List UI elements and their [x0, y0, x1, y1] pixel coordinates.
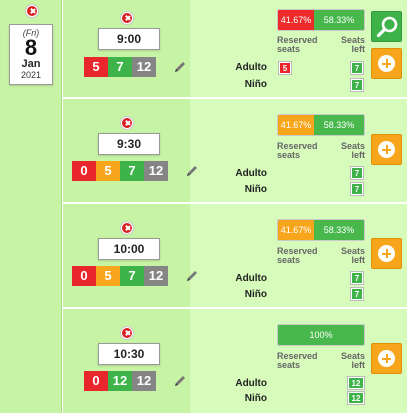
adult-left-badge: 12: [348, 377, 364, 389]
search-icon: [376, 16, 398, 38]
delete-date-icon[interactable]: [26, 5, 38, 17]
count-total: 12: [132, 371, 156, 391]
reserved-label-2: seats: [277, 360, 301, 370]
bar-left-segment: 58.33%: [314, 220, 364, 240]
delete-slot-icon[interactable]: [121, 327, 133, 339]
count-total: 12: [132, 57, 156, 77]
reserved-label-2: seats: [277, 44, 301, 54]
add-slot-button-0930[interactable]: [371, 134, 402, 165]
reserved-label-2: seats: [277, 255, 301, 265]
passenger-adult: Adulto: [235, 168, 267, 179]
count-reserved: 5: [96, 266, 120, 286]
plus-circle-icon: [378, 245, 395, 262]
bar-reserved-segment: 41.67%: [278, 220, 315, 240]
count-left: 7: [120, 266, 144, 286]
count-blocked: 0: [72, 266, 96, 286]
time-slot-0930: 9:30 0 5 7 12 41.67% 58.33% Reserved sea…: [63, 99, 407, 204]
child-left-badge: 7: [351, 79, 363, 91]
occupancy-bar: 41.67% 58.33%: [277, 219, 365, 241]
seat-counts: 5 7 12: [84, 57, 156, 77]
delete-slot-icon[interactable]: [121, 117, 133, 129]
plus-circle-icon: [378, 350, 395, 367]
date-day: 8: [24, 35, 38, 60]
pencil-icon[interactable]: [185, 269, 199, 283]
add-slot-button-1000[interactable]: [371, 238, 402, 269]
seat-counts: 0 5 7 12: [72, 161, 168, 181]
time-slot-1030: 10:30 0 12 12 100% Reserved seats Seats …: [63, 309, 407, 413]
child-left-badge: 7: [351, 288, 363, 300]
count-reserved: 5: [84, 57, 108, 77]
time-field[interactable]: 9:30: [98, 133, 160, 155]
count-total: 12: [144, 266, 168, 286]
child-left-badge: 7: [351, 183, 363, 195]
bar-reserved-segment: 41.67%: [278, 10, 315, 30]
reserved-label-2: seats: [277, 150, 301, 160]
occupancy-bar: 41.67% 58.33%: [277, 9, 365, 31]
passenger-child: Niño: [244, 393, 267, 404]
pencil-icon[interactable]: [185, 164, 199, 178]
occupancy-bar: 100%: [277, 324, 365, 346]
count-total: 12: [144, 161, 168, 181]
add-slot-button-0900[interactable]: [371, 48, 402, 79]
time-slot-0900: 9:00 5 7 12 41.67% 58.33% Reserved seats…: [63, 0, 407, 99]
plus-circle-icon: [378, 55, 395, 72]
left-label-2: left: [351, 360, 366, 370]
search-button[interactable]: [371, 11, 402, 42]
left-label-2: left: [351, 44, 366, 54]
count-left: 7: [120, 161, 144, 181]
passenger-adult: Adulto: [235, 378, 267, 389]
date-column: (Fri) 8 Jan 2021: [0, 0, 62, 413]
date-year: 2021: [20, 70, 42, 80]
adult-left-badge: 7: [351, 272, 363, 284]
plus-circle-icon: [378, 141, 395, 158]
pencil-icon[interactable]: [173, 374, 187, 388]
seat-counts: 0 5 7 12: [72, 266, 168, 286]
passenger-child: Niño: [244, 289, 267, 300]
left-label-2: left: [351, 150, 366, 160]
time-field[interactable]: 9:00: [98, 28, 160, 50]
adult-reserved-badge: 5: [279, 62, 291, 74]
date-month: Jan: [21, 58, 41, 70]
delete-slot-icon[interactable]: [121, 12, 133, 24]
adult-left-badge: 7: [351, 62, 363, 74]
bar-reserved-segment: 41.67%: [278, 115, 315, 135]
count-blocked: 0: [72, 161, 96, 181]
occupancy-bar: 41.67% 58.33%: [277, 114, 365, 136]
count-left: 12: [108, 371, 132, 391]
time-field[interactable]: 10:00: [98, 238, 160, 260]
seat-counts: 0 12 12: [84, 371, 156, 391]
date-card: (Fri) 8 Jan 2021: [9, 24, 53, 85]
delete-slot-icon[interactable]: [121, 222, 133, 234]
bar-left-segment: 58.33%: [314, 10, 364, 30]
passenger-child: Niño: [244, 184, 267, 195]
time-field[interactable]: 10:30: [98, 343, 160, 365]
time-slot-1000: 10:00 0 5 7 12 41.67% 58.33% Reserved se…: [63, 204, 407, 309]
passenger-adult: Adulto: [235, 62, 267, 73]
add-slot-button-1030[interactable]: [371, 343, 402, 374]
pencil-icon[interactable]: [173, 60, 187, 74]
bar-left-segment: 58.33%: [314, 115, 364, 135]
bar-left-segment: 100%: [278, 325, 364, 345]
adult-left-badge: 7: [351, 167, 363, 179]
count-reserved: 0: [84, 371, 108, 391]
count-reserved: 5: [96, 161, 120, 181]
left-label-2: left: [351, 255, 366, 265]
count-left: 7: [108, 57, 132, 77]
child-left-badge: 12: [348, 392, 364, 404]
passenger-child: Niño: [244, 79, 267, 90]
passenger-adult: Adulto: [235, 273, 267, 284]
